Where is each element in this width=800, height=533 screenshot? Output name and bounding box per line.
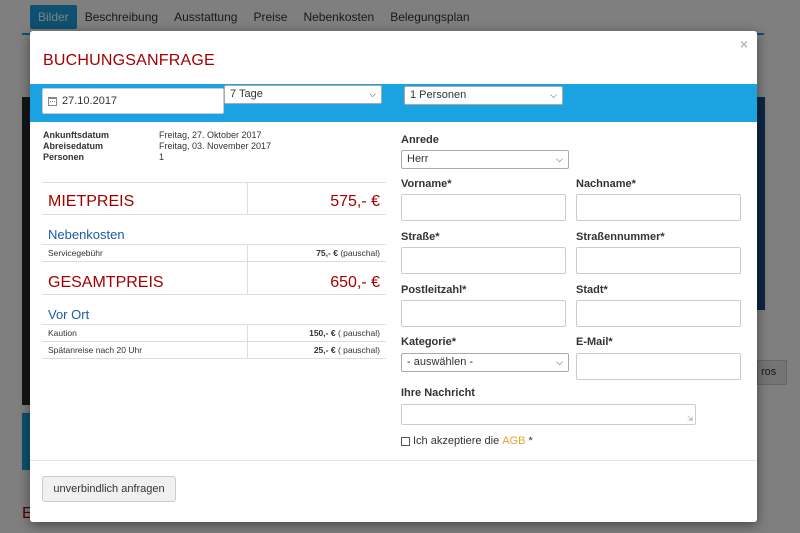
arrival-date-field[interactable]: 27.10.2017 [42,88,224,114]
duration-select[interactable]: 7 Tage ⌵ [224,85,382,104]
agb-required-star: * [528,435,533,447]
price-table: MIETPREIS 575,- € Nebenkosten Servicegeb… [42,182,386,359]
resize-handle-icon[interactable]: ⇲ [687,415,693,423]
booking-modal: × BUCHUNGSANFRAGE 27.10.2017 7 Tage ⌵ 1 … [30,31,757,522]
street-label: Straße* [401,231,440,243]
zip-label: Postleitzahl* [401,284,467,296]
zip-input[interactable] [401,300,566,327]
persons-select[interactable]: 1 Personen ⌵ [404,86,563,105]
deposit-row: Kaution 150,- € ( pauschal) [42,325,386,342]
salutation-value: Herr [407,153,429,165]
calendar-icon [48,96,57,106]
total-label: GESAMTPREIS [42,262,248,294]
email-label: E-Mail* [576,336,613,348]
summary-label: Ankunftsdatum [43,130,109,140]
service-fee-row: Servicegebühr 75,- € (pauschal) [42,245,386,262]
lastname-label: Nachname* [576,178,636,190]
chevron-down-icon: ⌵ [556,357,563,367]
message-textarea[interactable]: ⇲ [401,404,696,425]
late-arrival-amount: 25,- € [313,345,336,355]
salutation-select[interactable]: Herr ⌵ [401,150,569,169]
summary-row: Ankunftsdatum Freitag, 27. Oktober 2017 [43,130,271,141]
deposit-note: ( pauschal) [337,328,380,338]
housenumber-input[interactable] [576,247,741,274]
late-arrival-value: 25,- € ( pauschal) [248,342,386,358]
summary-label: Personen [43,152,85,162]
summary-row: Personen 1 [43,152,271,163]
chevron-down-icon: ⌵ [556,154,563,164]
late-arrival-note: ( pauschal) [337,345,380,355]
email-input[interactable] [576,353,741,380]
total-row: GESAMTPREIS 650,- € [42,262,386,295]
firstname-input[interactable] [401,194,566,221]
chevron-down-icon: ⌵ [550,90,557,100]
chevron-down-icon: ⌵ [369,89,376,99]
category-select[interactable]: - auswählen - ⌵ [401,353,569,372]
persons-value: 1 Personen [410,89,467,101]
message-label: Ihre Nachricht [401,387,475,399]
summary-label: Abreisedatum [43,141,104,151]
late-arrival-row: Spätanreise nach 20 Uhr 25,- € ( pauscha… [42,342,386,359]
duration-value: 7 Tage [230,88,263,100]
modal-title: BUCHUNGSANFRAGE [43,52,215,69]
summary-row: Abreisedatum Freitag, 03. November 2017 [43,141,271,152]
extras-heading: Nebenkosten [42,215,386,245]
booking-summary: Ankunftsdatum Freitag, 27. Oktober 2017 … [43,130,271,163]
service-fee-value: 75,- € (pauschal) [248,245,386,261]
close-icon[interactable]: × [740,36,748,52]
arrival-date-value: 27.10.2017 [62,95,118,107]
city-input[interactable] [576,300,741,327]
agb-text: Ich akzeptiere die [413,435,500,447]
lastname-input[interactable] [576,194,741,221]
agb-checkbox[interactable] [401,436,410,446]
rent-row: MIETPREIS 575,- € [42,183,386,215]
summary-value: 1 [159,152,165,162]
firstname-label: Vorname* [401,178,452,190]
rent-label: MIETPREIS [42,183,248,214]
rent-value: 575,- € [330,193,380,210]
agb-link[interactable]: AGB [502,435,525,447]
deposit-value: 150,- € ( pauschal) [248,325,386,341]
summary-value: Freitag, 03. November 2017 [159,141,272,151]
category-value: - auswählen - [407,356,474,368]
agb-consent: Ich akzeptiere die AGB * [401,435,533,447]
booking-toolbar: 27.10.2017 7 Tage ⌵ 1 Personen ⌵ [30,84,757,122]
modal-footer: unverbindlich anfragen [30,460,757,522]
total-value: 650,- € [330,274,380,291]
service-fee-label: Servicegebühr [42,245,248,261]
onsite-heading: Vor Ort [42,295,386,325]
deposit-amount: 150,- € [309,328,336,338]
salutation-label: Anrede [401,134,439,146]
submit-request-button[interactable]: unverbindlich anfragen [42,476,176,502]
housenumber-label: Straßennummer* [576,231,665,243]
service-fee-note: (pauschal) [340,248,380,258]
street-input[interactable] [401,247,566,274]
service-fee-amount: 75,- € [316,248,338,258]
category-label: Kategorie* [401,336,457,348]
deposit-label: Kaution [42,325,248,341]
late-arrival-label: Spätanreise nach 20 Uhr [42,342,248,358]
city-label: Stadt* [576,284,608,296]
summary-value: Freitag, 27. Oktober 2017 [159,130,262,140]
